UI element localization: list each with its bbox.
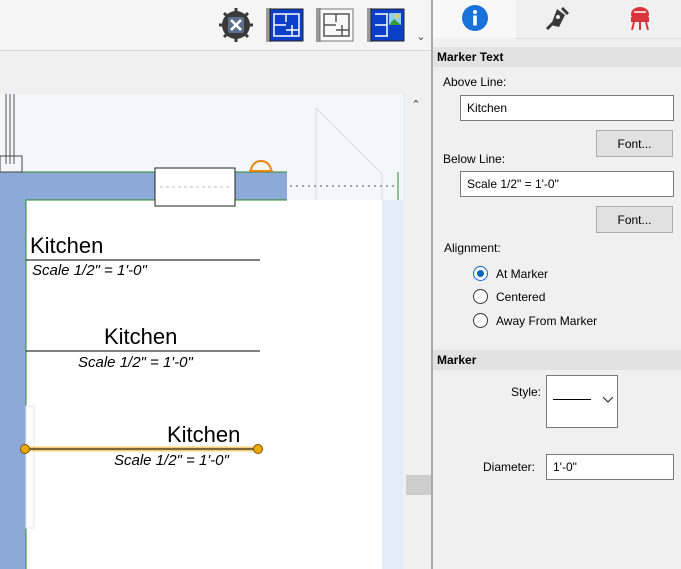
scroll-up-icon[interactable]: ⌃ (409, 98, 423, 112)
radio-away-from-marker[interactable] (473, 313, 488, 328)
floor-plan-picture-icon[interactable] (367, 6, 405, 44)
marker-text-section-header: Marker Text (433, 47, 681, 67)
marker-3-above-text[interactable]: Kitchen (167, 422, 240, 448)
above-font-button[interactable]: Font... (596, 130, 673, 157)
marker-3-below-text[interactable]: Scale 1/2" = 1'-0" (114, 452, 229, 469)
below-line-field[interactable]: Scale 1/2" = 1'-0" (460, 171, 674, 197)
alignment-label: Alignment: (444, 241, 501, 255)
diameter-field[interactable]: 1'-0" (546, 454, 674, 480)
tab-materials[interactable] (599, 0, 681, 39)
floor-plan-gray-icon[interactable] (316, 6, 354, 44)
diameter-label: Diameter: (483, 460, 536, 474)
radio-away-from-marker-label[interactable]: Away From Marker (496, 314, 597, 328)
gear-chip-icon[interactable] (217, 6, 255, 44)
line-style-preview (553, 399, 591, 400)
chevron-down-icon (602, 393, 614, 407)
view-header-strip (0, 51, 432, 94)
marker-section-header: Marker (433, 350, 681, 370)
marker-2-above-text[interactable]: Kitchen (104, 324, 177, 350)
scroll-thumb[interactable] (406, 475, 431, 495)
below-font-button[interactable]: Font... (596, 206, 673, 233)
vertical-scrollbar[interactable]: ⌃ (403, 94, 431, 569)
radio-centered-label[interactable]: Centered (496, 290, 545, 304)
drawing-canvas[interactable]: Kitchen Scale 1/2" = 1'-0" Kitchen Scale… (0, 94, 403, 569)
toolbar: ⌄ (0, 0, 432, 51)
above-line-label: Above Line: (443, 75, 507, 89)
radio-centered[interactable] (473, 289, 488, 304)
style-label: Style: (511, 385, 542, 399)
pen-nib-icon (545, 5, 571, 34)
marker-1-below-text[interactable]: Scale 1/2" = 1'-0" (32, 262, 147, 279)
marker-1-above-text[interactable]: Kitchen (30, 233, 103, 259)
floor-plan-blue-icon[interactable] (266, 6, 304, 44)
marker-2-below-text[interactable]: Scale 1/2" = 1'-0" (78, 354, 193, 371)
chevron-down-icon[interactable]: ⌄ (413, 30, 429, 46)
material-chair-icon (627, 5, 653, 34)
style-dropdown[interactable] (546, 375, 618, 428)
properties-panel: Marker Text Above Line: Kitchen Font... … (433, 0, 681, 569)
above-line-field[interactable]: Kitchen (460, 95, 674, 121)
radio-at-marker-label[interactable]: At Marker (496, 267, 548, 281)
below-line-label: Below Line: (443, 152, 506, 166)
info-icon (461, 4, 489, 35)
radio-at-marker[interactable] (473, 266, 488, 281)
tab-info[interactable] (433, 0, 517, 38)
tab-line-style[interactable] (516, 0, 600, 39)
